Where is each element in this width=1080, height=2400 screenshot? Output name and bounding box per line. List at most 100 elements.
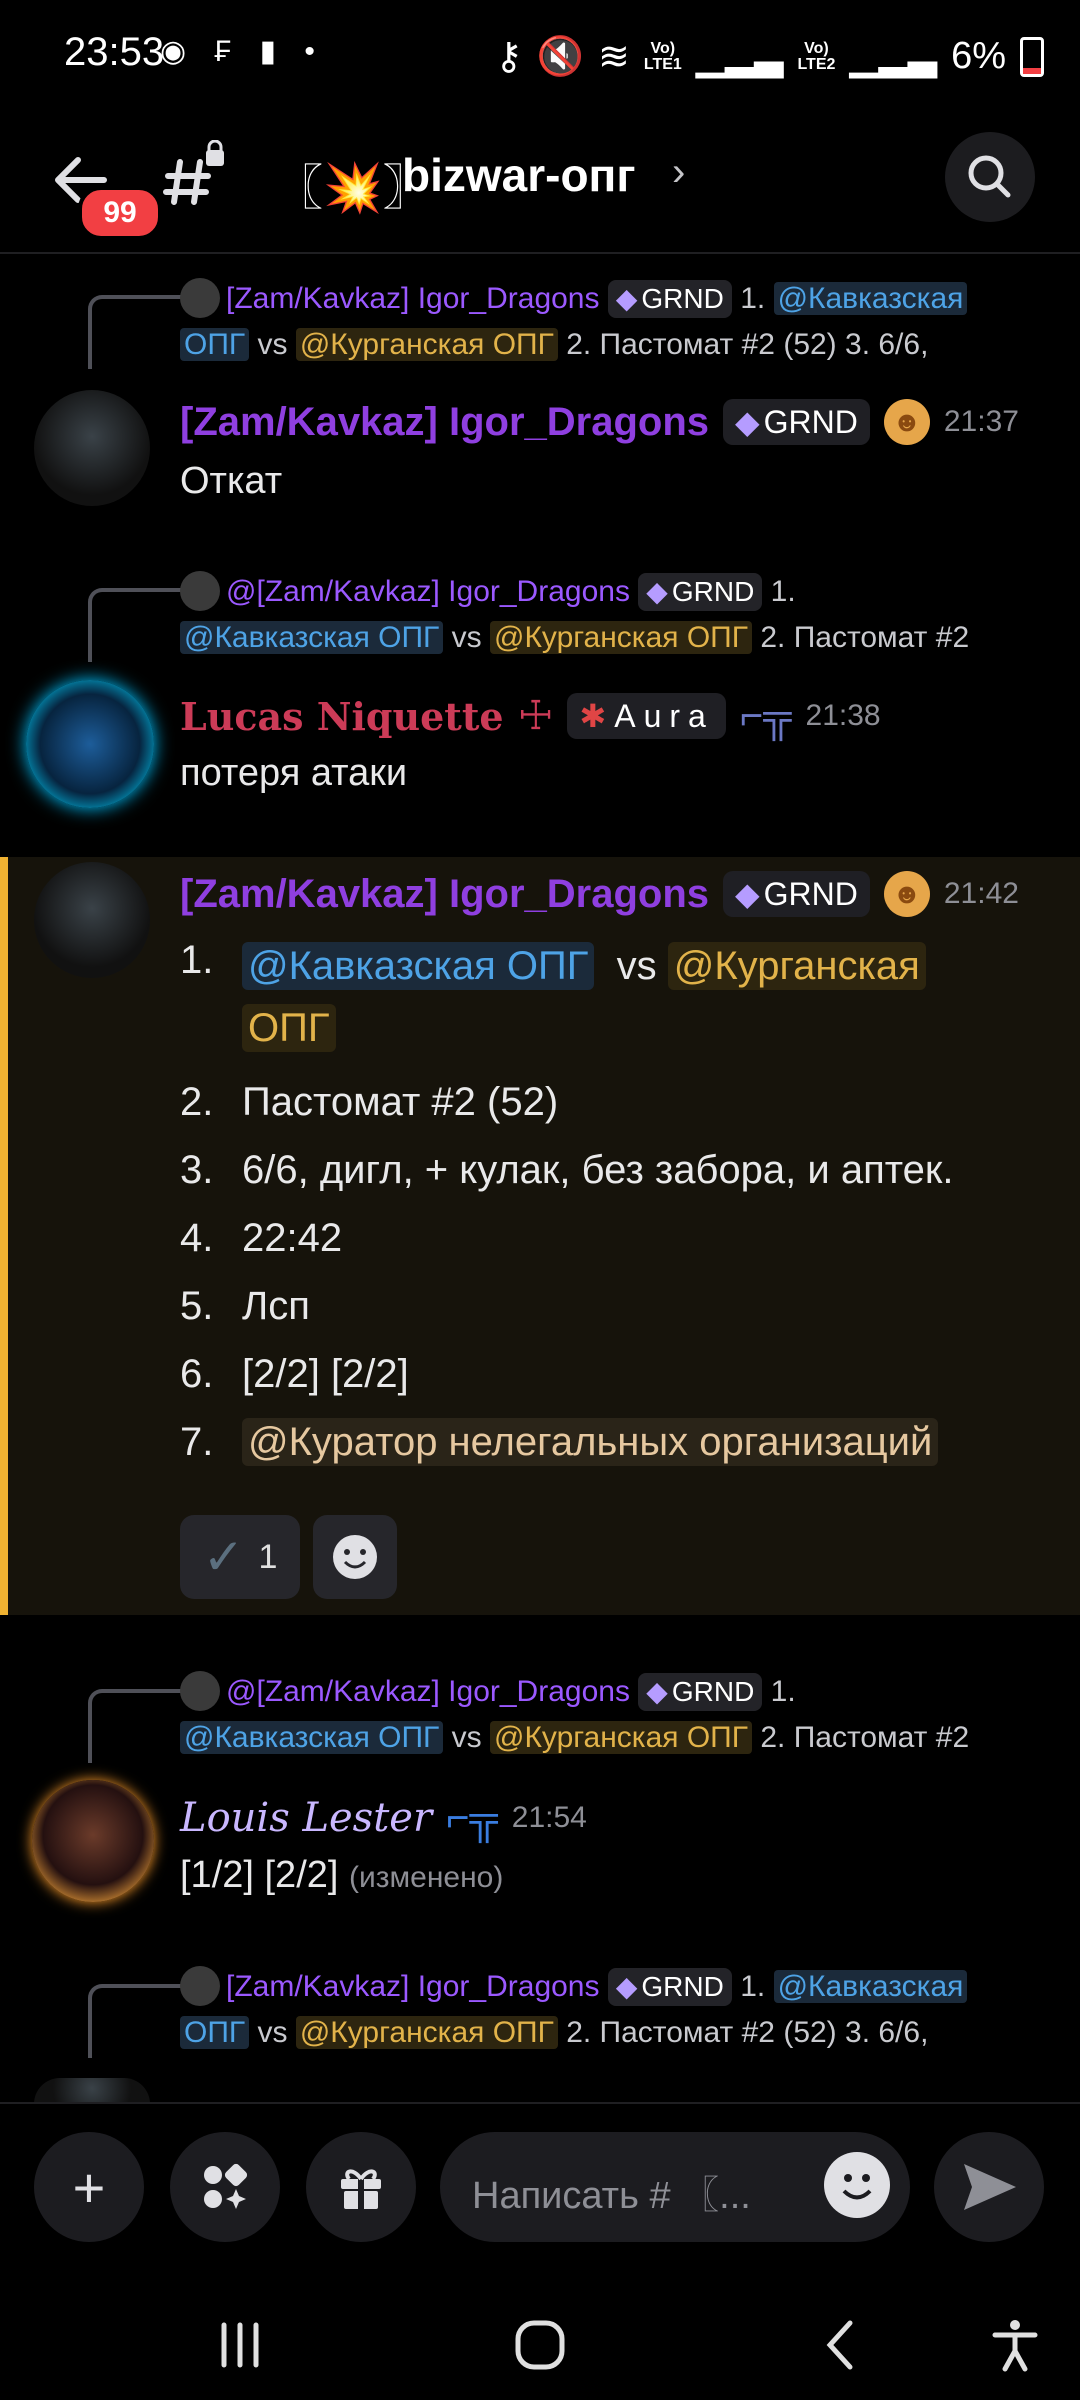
reply-text: 2. Пастомат #2 (52) 3. 6/6,: [566, 328, 929, 361]
battery-percent: 6%: [951, 35, 1006, 77]
role-mention[interactable]: @Курганская ОПГ: [489, 621, 752, 654]
role-mention[interactable]: @Курганская ОПГ: [295, 2016, 558, 2049]
emoji-smile-icon: [842, 2174, 872, 2200]
avatar[interactable]: [26, 680, 154, 808]
list-text: [2/2] [2/2]: [242, 1352, 409, 1396]
add-attachment-button[interactable]: +: [34, 2132, 144, 2242]
reply-connector: [88, 1984, 182, 2058]
list-text: Пастомат #2 (52): [242, 1080, 559, 1124]
list-text: 22:42: [242, 1216, 343, 1260]
emoji-button[interactable]: [824, 2152, 890, 2218]
role-mention[interactable]: @Кавказская: [773, 1970, 968, 2003]
chevron-right-icon[interactable]: ›: [672, 150, 685, 195]
message-body: [1/2] [2/2]: [180, 1854, 339, 1896]
reply-preview[interactable]: [Zam/Kavkaz] Igor_Dragons ◆ GRND 1. @Кавк…: [180, 1964, 1040, 2056]
role-mention[interactable]: @Кавказская ОПГ: [180, 1721, 444, 1754]
list-number: 1.: [740, 1970, 766, 2003]
guild-tag-label: GRND: [641, 1971, 724, 2002]
apps-button[interactable]: [170, 2132, 280, 2242]
role-mention[interactable]: @Курганская ОПГ: [489, 1721, 752, 1754]
home-button[interactable]: [500, 2310, 580, 2380]
guild-tag: ◆ GRND: [607, 1968, 732, 2006]
role-mention[interactable]: @Курганская: [667, 942, 926, 990]
reply-text: vs: [257, 328, 288, 361]
guild-tag[interactable]: ◆ GRND: [723, 399, 870, 445]
guild-tag[interactable]: ◆ GRND: [723, 871, 870, 917]
guild-tag-label: GRND: [641, 283, 724, 314]
avatar[interactable]: [34, 2078, 150, 2104]
key-icon: ⚷: [494, 36, 523, 78]
gun-icon: ⌐╦: [446, 1795, 498, 1840]
role-mention[interactable]: @Куратор нелегальных организаций: [242, 1418, 939, 1466]
gift-button[interactable]: [306, 2132, 416, 2242]
guild-tag[interactable]: ✱ Aura: [567, 693, 726, 739]
author-name[interactable]: [Zam/Kavkaz] Igor_Dragons: [180, 400, 709, 445]
list-number: 1.: [180, 938, 214, 982]
list-number: 5.: [180, 1284, 214, 1328]
reply-preview[interactable]: @[Zam/Kavkaz] Igor_Dragons ◆ GRND 1. @Кав…: [180, 1669, 1040, 1761]
reply-preview[interactable]: @[Zam/Kavkaz] Igor_Dragons ◆ GRND 1. @Кав…: [180, 569, 1040, 661]
timestamp: 21:42: [943, 877, 1019, 910]
search-icon: [968, 155, 1011, 198]
ordered-list: 1. @Кавказская ОПГ vs @Курганская ОПГ 2. П…: [180, 935, 1040, 1485]
author-name[interactable]: Lucas Niquette: [180, 694, 504, 739]
accessibility-button[interactable]: [975, 2310, 1055, 2380]
channel-name[interactable]: bizwar-опг: [402, 148, 636, 202]
list-number: 4.: [180, 1216, 214, 1260]
reply-preview[interactable]: [Zam/Kavkaz] Igor_Dragons ◆ GRND 1. @Кавк…: [180, 276, 1040, 368]
role-mention[interactable]: ОПГ: [180, 328, 250, 361]
guild-tag: ◆ GRND: [638, 573, 763, 611]
avatar[interactable]: [34, 390, 150, 506]
guild-tag-label: GRND: [763, 875, 858, 912]
role-mention[interactable]: @Кавказская ОПГ: [180, 621, 444, 654]
back-button[interactable]: [802, 2310, 882, 2380]
avatar: [180, 1966, 220, 2006]
search-button[interactable]: [945, 132, 1035, 222]
message-input-placeholder: Написать # 〖...: [472, 2175, 751, 2217]
role-mention[interactable]: @Кавказская ОПГ: [242, 942, 595, 990]
author-name[interactable]: Louis Lester: [180, 1795, 432, 1841]
message-text: Откат: [180, 460, 283, 502]
timestamp: 21:37: [943, 405, 1019, 438]
recent-apps-button[interactable]: [200, 2310, 280, 2380]
reply-connector: [88, 295, 182, 369]
list-item: 1. @Кавказская ОПГ vs @Курганская ОПГ: [180, 935, 1040, 1059]
avatar: [180, 1671, 220, 1711]
role-mention[interactable]: ОПГ: [242, 1004, 336, 1052]
add-reaction-button[interactable]: [313, 1515, 397, 1599]
list-text: vs: [616, 944, 657, 988]
gem-icon: ◆: [615, 1971, 638, 2002]
timestamp: 21:54: [511, 1801, 587, 1834]
reply-text: vs: [257, 2016, 288, 2049]
reply-text: 2. Пастомат #2: [760, 621, 970, 654]
reply-connector: [88, 588, 182, 662]
role-mention[interactable]: ОПГ: [180, 2016, 250, 2049]
author-decoration: ☩: [517, 694, 554, 738]
lte2-label: Vo) LTE2: [797, 39, 836, 73]
avatar[interactable]: [34, 862, 150, 978]
reaction-checkmark[interactable]: ✓ 1: [180, 1515, 300, 1599]
edited-label: (изменено): [349, 1861, 504, 1894]
author-name[interactable]: [Zam/Kavkaz] Igor_Dragons: [180, 872, 709, 917]
battery-icon: [1020, 36, 1044, 77]
signal2-icon: ▁▂▃: [849, 36, 938, 78]
message-text: [1/2] [2/2] (изменено): [180, 1854, 503, 1897]
gem-icon: ◆: [615, 283, 638, 314]
recents-icon: [221, 2322, 259, 2368]
guild-tag-label: GRND: [763, 403, 858, 440]
gem-icon: ◆: [735, 404, 760, 440]
message-text: потеря атаки: [180, 752, 408, 794]
reply-author: @[Zam/Kavkaz] Igor_Dragons: [226, 575, 630, 608]
avatar[interactable]: [32, 1780, 154, 1902]
list-text: Лсп: [242, 1284, 310, 1328]
clock: 23:53: [64, 30, 165, 74]
coin-badge-icon: ☻: [883, 871, 930, 917]
role-mention[interactable]: @Кавказская: [773, 282, 968, 315]
guild-tag: ◆ GRND: [638, 1673, 763, 1711]
back-chevron-icon: [826, 2320, 853, 2370]
reply-author: [Zam/Kavkaz] Igor_Dragons: [226, 1970, 600, 2003]
message-header: [Zam/Kavkaz] Igor_Dragons ◆ GRND ☻ 21:42: [180, 864, 1019, 924]
role-mention[interactable]: @Курганская ОПГ: [295, 328, 558, 361]
send-button[interactable]: [934, 2132, 1044, 2242]
leaf-icon: ✱: [579, 698, 607, 734]
